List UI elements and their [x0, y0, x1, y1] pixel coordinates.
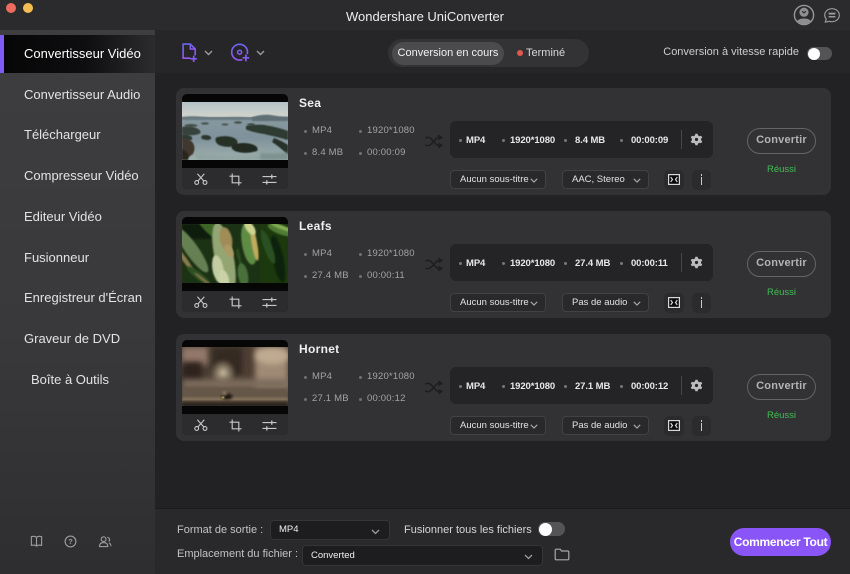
svg-text:?: ? — [68, 537, 73, 546]
